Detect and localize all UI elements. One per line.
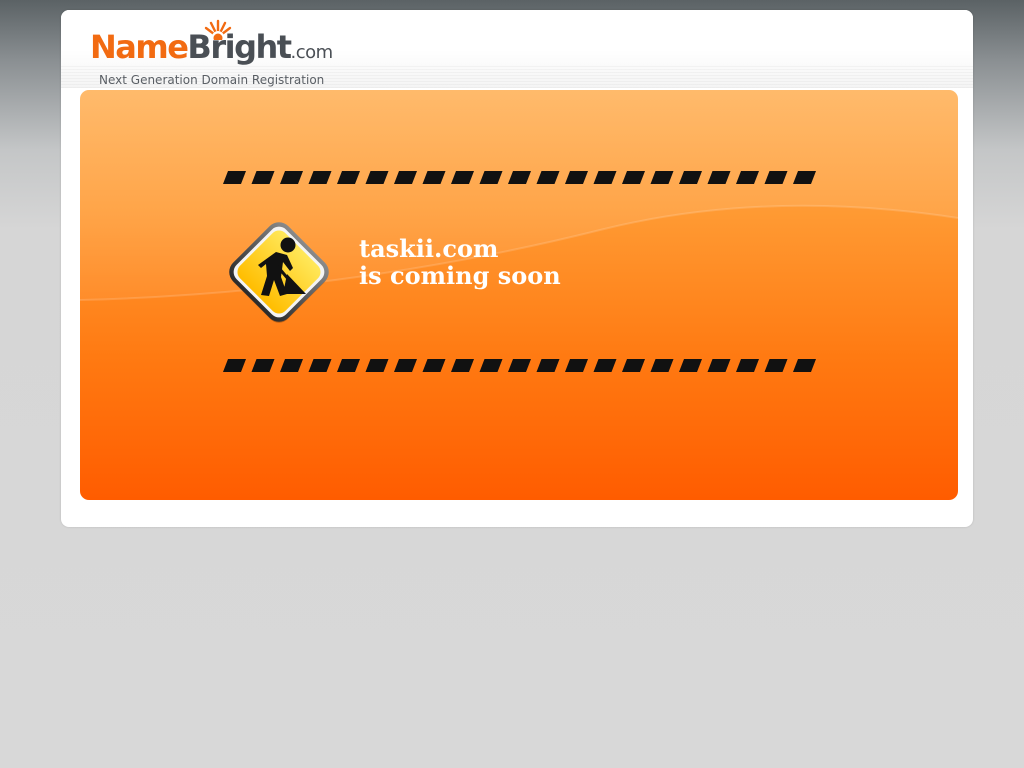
domain-name: taskii.com — [359, 234, 499, 263]
logo-name-text: Name — [90, 28, 189, 66]
coming-soon-panel: taskii.com is coming soon — [80, 90, 958, 500]
logo-tagline: Next Generation Domain Registration — [99, 73, 325, 87]
content-card: NameBright.com Next Generation Domain Re… — [61, 10, 973, 527]
logo-tld-text: .com — [290, 42, 334, 63]
logo-bright-text: Bright — [187, 28, 292, 66]
logo-wordmark: NameBright.com — [90, 31, 333, 69]
construction-worker-icon — [229, 222, 329, 323]
hazard-stripe-bottom — [223, 359, 820, 372]
hazard-stripe-top — [223, 171, 820, 184]
coming-soon-message: taskii.com is coming soon — [359, 235, 561, 289]
panel-swoosh-decoration — [80, 90, 958, 301]
status-text: is coming soon — [359, 261, 561, 290]
namebright-logo[interactable]: NameBright.com Next Generation Domain Re… — [90, 18, 333, 87]
header: NameBright.com Next Generation Domain Re… — [61, 10, 973, 88]
